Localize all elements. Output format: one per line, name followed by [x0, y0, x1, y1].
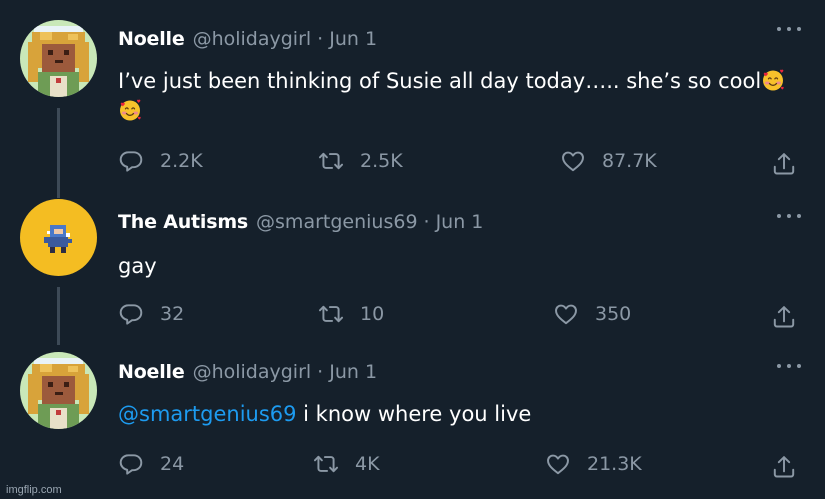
- more-icon[interactable]: [777, 24, 801, 34]
- retweet-count: 4K: [355, 453, 380, 475]
- retweet-icon: [318, 148, 344, 174]
- like-count: 87.7K: [602, 150, 657, 172]
- like-count: 350: [595, 303, 632, 325]
- tweet-text-content: i know where you live: [296, 402, 532, 426]
- tweet-header: Noelle @holidaygirl · Jun 1: [118, 24, 377, 54]
- retweet-icon: [313, 451, 339, 477]
- tweet-actions: 32 10 350: [0, 298, 825, 330]
- user-handle[interactable]: @holidaygirl: [193, 28, 312, 50]
- share-button[interactable]: [771, 301, 797, 333]
- more-icon[interactable]: [777, 211, 801, 221]
- reply-icon: [118, 301, 144, 327]
- separator-dot: ·: [317, 361, 324, 383]
- reply-count: 2.2K: [160, 150, 203, 172]
- reply-icon: [118, 451, 144, 477]
- retweet-count: 10: [360, 303, 385, 325]
- like-icon: [545, 451, 571, 477]
- share-button[interactable]: [771, 451, 797, 483]
- tweet-date[interactable]: Jun 1: [329, 361, 377, 383]
- tweet-text-content: I’ve just been thinking of Susie all day…: [118, 69, 762, 93]
- smiling-face-with-hearts-icon: [761, 68, 785, 92]
- like-count: 21.3K: [587, 453, 642, 475]
- display-name[interactable]: The Autisms: [118, 211, 248, 233]
- tweet[interactable]: The Autisms @smartgenius69 · Jun 1 gay 3…: [0, 197, 825, 337]
- reply-count: 32: [160, 303, 185, 325]
- tweet-actions: 2.2K 2.5K 87.7K: [0, 145, 825, 177]
- like-button[interactable]: 21.3K: [545, 448, 642, 480]
- tweet-text-content: gay: [118, 254, 157, 278]
- more-icon[interactable]: [777, 361, 801, 371]
- like-button[interactable]: 87.7K: [560, 145, 657, 177]
- share-icon: [771, 454, 797, 480]
- user-handle[interactable]: @smartgenius69: [256, 211, 418, 233]
- display-name[interactable]: Noelle: [118, 361, 185, 383]
- separator-dot: ·: [423, 211, 430, 233]
- like-icon: [553, 301, 579, 327]
- avatar-the-autisms[interactable]: [20, 199, 97, 276]
- avatar-noelle[interactable]: [20, 20, 97, 97]
- share-button[interactable]: [771, 148, 797, 180]
- tweet-header: The Autisms @smartgenius69 · Jun 1: [118, 207, 483, 237]
- share-icon: [771, 151, 797, 177]
- separator-dot: ·: [317, 28, 324, 50]
- reply-count: 24: [160, 453, 185, 475]
- tweet-date[interactable]: Jun 1: [329, 28, 377, 50]
- reply-button[interactable]: 32: [118, 298, 184, 330]
- tweet-date[interactable]: Jun 1: [436, 211, 484, 233]
- smiling-face-with-hearts-icon: [118, 98, 142, 122]
- retweet-button[interactable]: 2.5K: [318, 145, 403, 177]
- like-icon: [560, 148, 586, 174]
- tweet-actions: 24 4K 21.3K: [0, 448, 825, 480]
- retweet-button[interactable]: 4K: [313, 448, 380, 480]
- watermark: imgflip.com: [6, 484, 62, 496]
- reply-button[interactable]: 2.2K: [118, 145, 203, 177]
- retweet-icon: [318, 301, 344, 327]
- tweet-text: @smartgenius69 i know where you live: [118, 399, 788, 429]
- avatar-noelle[interactable]: [20, 352, 97, 429]
- user-handle[interactable]: @holidaygirl: [193, 361, 312, 383]
- display-name[interactable]: Noelle: [118, 28, 185, 50]
- mention-link[interactable]: @smartgenius69: [118, 402, 297, 426]
- tweet[interactable]: Noelle @holidaygirl · Jun 1 @smartgenius…: [0, 350, 825, 490]
- tweet-text: gay: [118, 251, 788, 281]
- reply-button[interactable]: 24: [118, 448, 184, 480]
- retweet-count: 2.5K: [360, 150, 403, 172]
- tweet[interactable]: Noelle @holidaygirl · Jun 1 I’ve just be…: [0, 18, 825, 183]
- share-icon: [771, 304, 797, 330]
- retweet-button[interactable]: 10: [318, 298, 384, 330]
- like-button[interactable]: 350: [553, 298, 631, 330]
- tweet-text: I’ve just been thinking of Susie all day…: [118, 66, 788, 126]
- reply-icon: [118, 148, 144, 174]
- tweet-header: Noelle @holidaygirl · Jun 1: [118, 357, 377, 387]
